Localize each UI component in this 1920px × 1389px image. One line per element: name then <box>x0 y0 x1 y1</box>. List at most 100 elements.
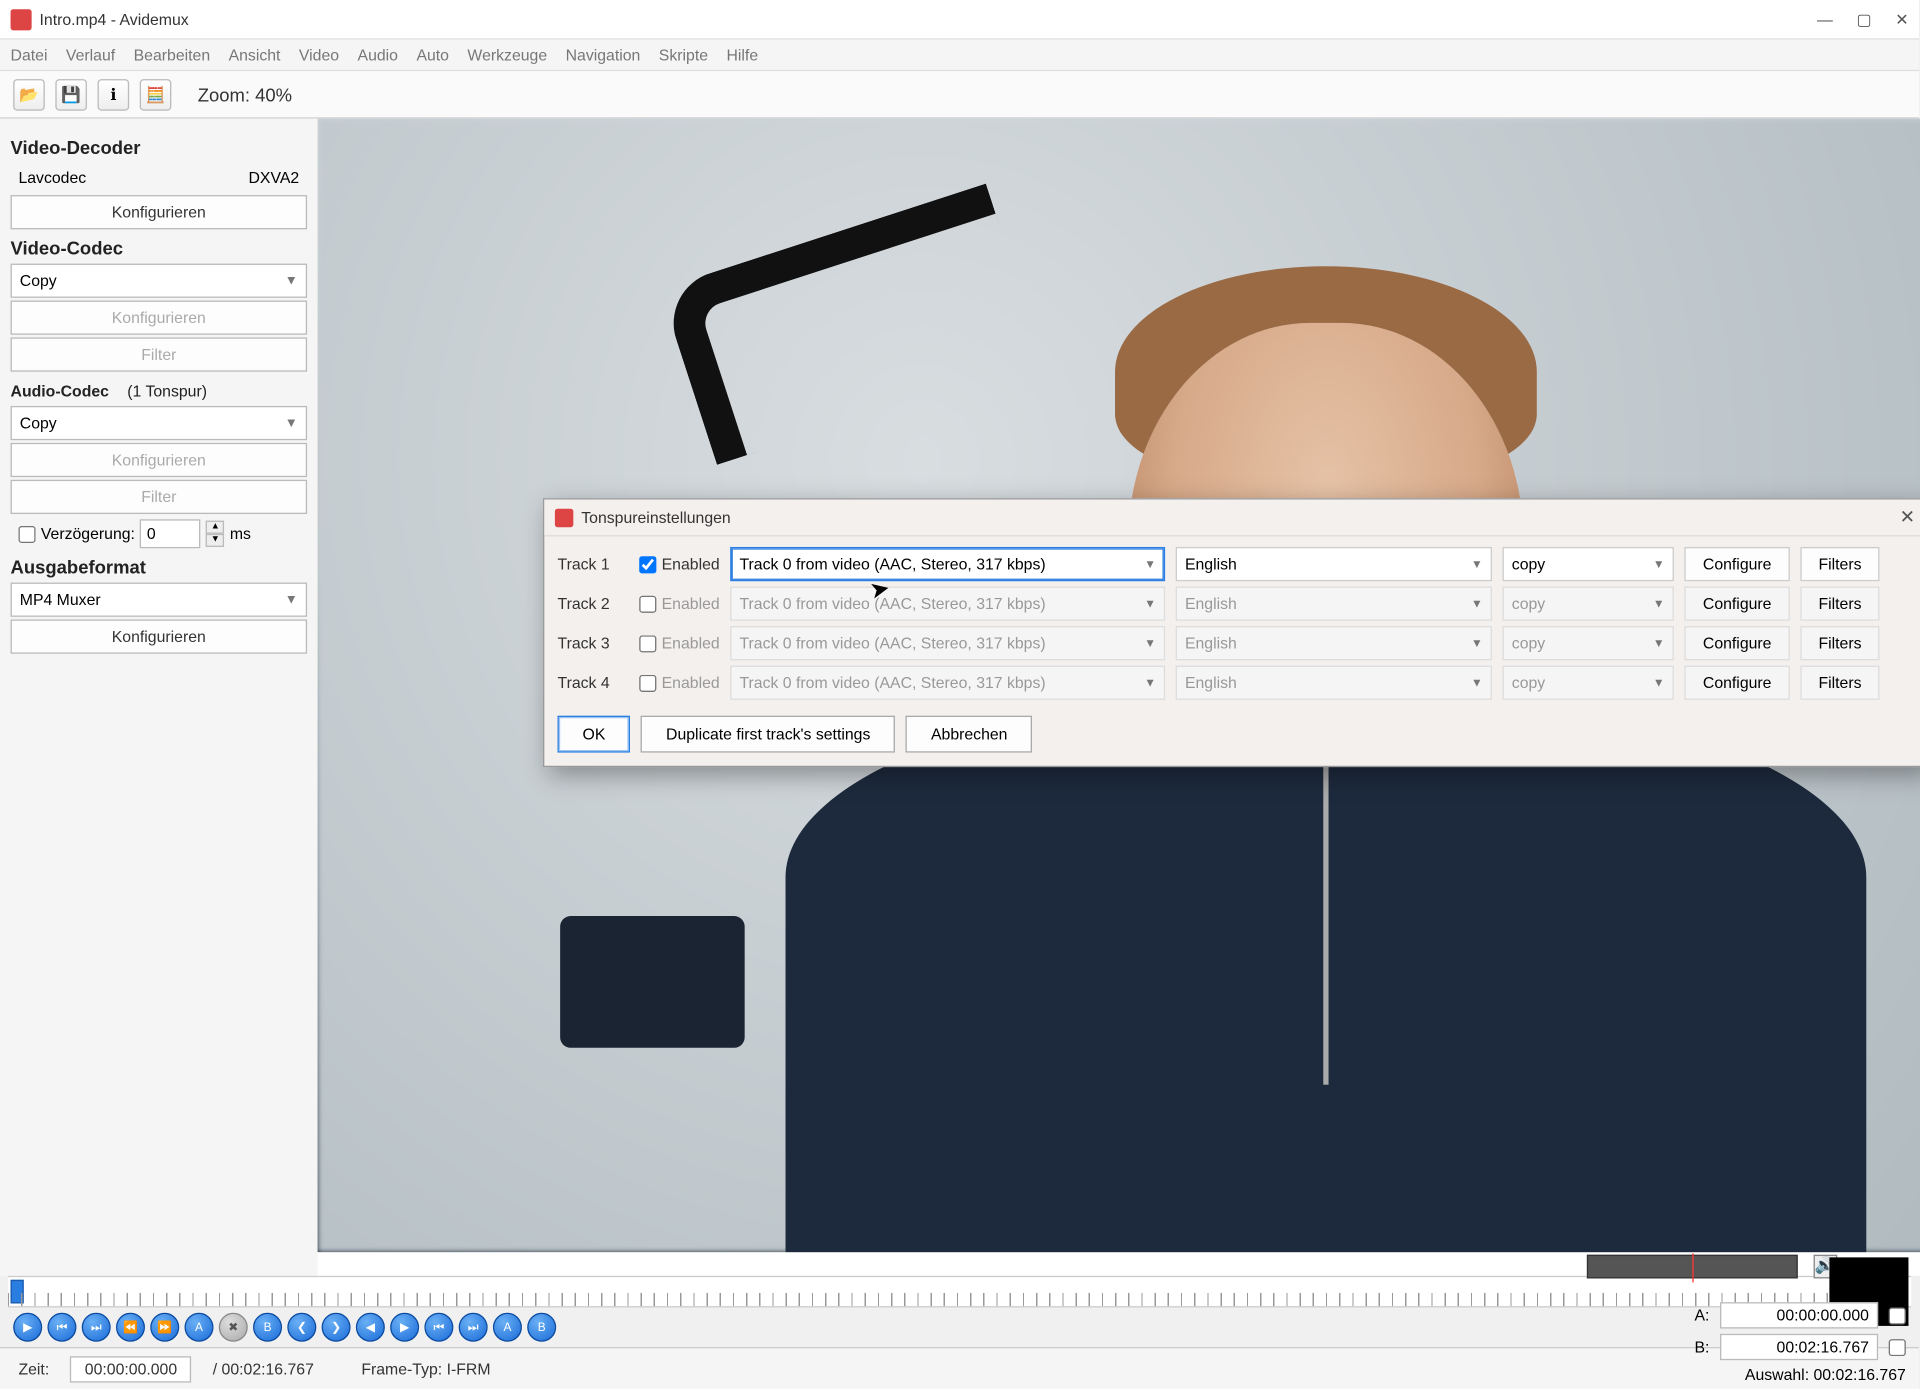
track-source-select[interactable]: Track 0 from video (AAC, Stereo, 317 kbp… <box>730 547 1165 581</box>
goto-end-button[interactable]: ⏭ <box>459 1313 488 1342</box>
track-source-select[interactable]: Track 0 from video (AAC, Stereo, 317 kbp… <box>730 666 1165 700</box>
track-codec-select[interactable]: copy▼ <box>1503 547 1674 581</box>
track-source-value: Track 0 from video (AAC, Stereo, 317 kbp… <box>739 555 1045 573</box>
chevron-down-icon: ▼ <box>1653 637 1665 650</box>
track-enabled-checkbox[interactable] <box>639 674 656 691</box>
dialog-close-icon[interactable]: ✕ <box>1900 506 1915 528</box>
video-codec-configure-button: Konfigurieren <box>11 301 308 335</box>
track-language-select[interactable]: English▼ <box>1176 547 1492 581</box>
save-icon[interactable]: 💾 <box>55 78 87 110</box>
track-language-select[interactable]: English▼ <box>1176 587 1492 621</box>
chevron-down-icon: ▼ <box>285 416 298 430</box>
menu-item[interactable]: Datei <box>11 45 48 63</box>
frame-type: Frame-Typ: I-FRM <box>361 1360 490 1378</box>
b-label: B: <box>1694 1338 1709 1356</box>
menu-item[interactable]: Audio <box>358 45 398 63</box>
delay-input[interactable] <box>140 519 201 548</box>
menu-item[interactable]: Navigation <box>566 45 641 63</box>
track-codec-value: copy <box>1512 634 1545 652</box>
prev-keyframe-button[interactable]: ❮ <box>287 1313 316 1342</box>
next-frame-button[interactable]: ⏭ <box>82 1313 111 1342</box>
menu-item[interactable]: Skripte <box>659 45 708 63</box>
track-configure-button: Configure <box>1684 666 1789 700</box>
track-enabled-checkbox[interactable] <box>639 556 656 573</box>
time-value[interactable]: 00:00:00.000 <box>70 1356 191 1382</box>
set-a-button[interactable]: A <box>185 1313 214 1342</box>
open-icon[interactable]: 📂 <box>13 78 45 110</box>
track-codec-select[interactable]: copy ▼ <box>1503 626 1674 660</box>
goto-a-button[interactable]: A <box>493 1313 522 1342</box>
maximize-button[interactable]: ▢ <box>1857 10 1872 28</box>
prev-frame-button[interactable]: ⏮ <box>47 1313 76 1342</box>
enabled-label: Enabled <box>662 555 720 573</box>
track-source-value: Track 0 from video (AAC, Stereo, 317 kbp… <box>739 594 1045 612</box>
delay-label: Verzögerung: <box>41 525 135 543</box>
audio-codec-value: Copy <box>20 414 57 432</box>
track-configure-button[interactable]: Configure <box>1684 547 1789 581</box>
video-codec-select[interactable]: Copy ▼ <box>11 264 308 298</box>
menu-item[interactable]: Verlauf <box>66 45 115 63</box>
decoder-configure-button[interactable]: Konfigurieren <box>11 195 308 229</box>
track-source-select[interactable]: Track 0 from video (AAC, Stereo, 317 kbp… <box>730 587 1165 621</box>
output-format-select[interactable]: MP4 Muxer ▼ <box>11 583 308 617</box>
minimize-button[interactable]: — <box>1817 10 1833 28</box>
calc-icon[interactable]: 🧮 <box>140 78 172 110</box>
audio-track-count: (1 Tonspur) <box>127 382 207 400</box>
menu-item[interactable]: Hilfe <box>726 45 758 63</box>
a-checkbox[interactable] <box>1889 1307 1906 1324</box>
track-configure-button: Configure <box>1684 626 1789 660</box>
track-language-select[interactable]: English▼ <box>1176 626 1492 660</box>
track-label: Track 2 <box>558 594 629 612</box>
next-keyframe-button[interactable]: ❯ <box>322 1313 351 1342</box>
forward-button[interactable]: ⏩ <box>150 1313 179 1342</box>
track-filters-button[interactable]: Filters <box>1800 547 1879 581</box>
menu-item[interactable]: Ansicht <box>229 45 281 63</box>
dialog-title: Tonspureinstellungen <box>581 508 1899 526</box>
prev-black-button[interactable]: ◀ <box>356 1313 385 1342</box>
delay-unit: ms <box>230 525 251 543</box>
goto-b-button[interactable]: B <box>527 1313 556 1342</box>
menu-item[interactable]: Auto <box>416 45 449 63</box>
close-button[interactable]: ✕ <box>1895 10 1908 28</box>
chevron-down-icon: ▼ <box>1471 597 1483 610</box>
set-b-button[interactable]: B <box>253 1313 282 1342</box>
audio-codec-select[interactable]: Copy ▼ <box>11 406 308 440</box>
track-codec-select[interactable]: copy▼ <box>1503 587 1674 621</box>
track-label: Track 1 <box>558 555 629 573</box>
video-codec-title: Video-Codec <box>11 237 308 258</box>
b-checkbox[interactable] <box>1889 1338 1906 1355</box>
next-black-button[interactable]: ▶ <box>390 1313 419 1342</box>
output-format-value: MP4 Muxer <box>20 590 101 608</box>
track-language-select[interactable]: English▼ <box>1176 666 1492 700</box>
output-configure-button[interactable]: Konfigurieren <box>11 619 308 653</box>
menu-item[interactable]: Werkzeuge <box>467 45 547 63</box>
ok-button[interactable]: OK <box>558 716 631 753</box>
audio-meter <box>1587 1255 1798 1279</box>
track-enabled-checkbox[interactable] <box>639 635 656 652</box>
track-source-value: Track 0 from video (AAC, Stereo, 317 kbp… <box>739 634 1045 652</box>
info-icon[interactable]: ℹ <box>98 78 130 110</box>
audio-codec-configure-button: Konfigurieren <box>11 443 308 477</box>
duplicate-button[interactable]: Duplicate first track's settings <box>641 716 895 753</box>
chevron-down-icon: ▼ <box>1653 676 1665 689</box>
menu-item[interactable]: Bearbeiten <box>134 45 211 63</box>
chevron-down-icon: ▼ <box>1471 676 1483 689</box>
delay-spinner[interactable]: ▲▼ <box>206 521 224 547</box>
track-codec-select[interactable]: copy▼ <box>1503 666 1674 700</box>
chevron-down-icon: ▼ <box>1144 597 1156 610</box>
track-source-select[interactable]: Track 0 from video (AAC, Stereo, 317 kbp… <box>730 626 1165 660</box>
rewind-button[interactable]: ⏪ <box>116 1313 145 1342</box>
goto-start-button[interactable]: ⏮ <box>424 1313 453 1342</box>
cancel-button[interactable]: Abbrechen <box>906 716 1033 753</box>
duration-label: / 00:02:16.767 <box>213 1360 314 1378</box>
delay-checkbox[interactable] <box>18 525 35 542</box>
track-language-value: English <box>1185 555 1237 573</box>
menu-item[interactable]: Video <box>299 45 339 63</box>
play-button[interactable]: ▶ <box>13 1313 42 1342</box>
chevron-down-icon: ▼ <box>1653 597 1665 610</box>
decoder-right: DXVA2 <box>248 169 299 187</box>
track-enabled-checkbox[interactable] <box>639 595 656 612</box>
toolbar: 📂 💾 ℹ 🧮 Zoom: 40% <box>0 71 1919 118</box>
delete-button[interactable]: ✖ <box>219 1313 248 1342</box>
sidebar: Video-Decoder Lavcodec DXVA2 Konfigurier… <box>0 119 318 1276</box>
